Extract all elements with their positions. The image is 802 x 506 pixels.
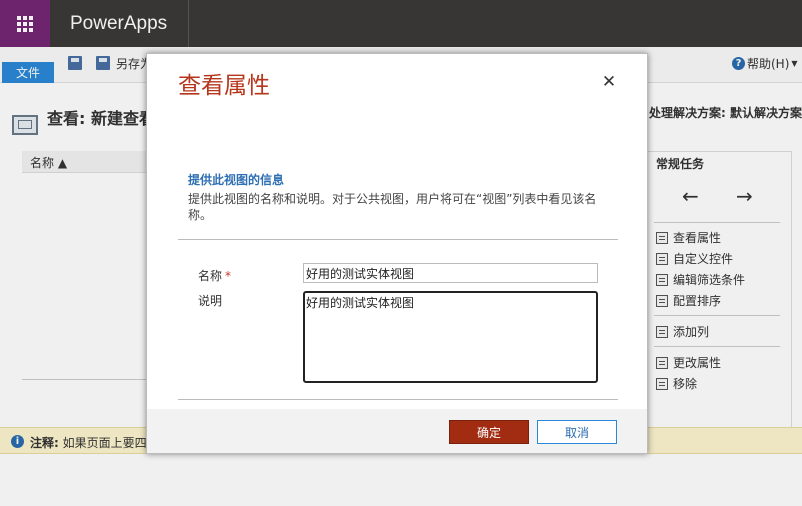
divider bbox=[178, 239, 618, 240]
name-label-text: 名称 bbox=[198, 269, 223, 283]
cancel-button[interactable]: 取消 bbox=[537, 420, 617, 444]
divider bbox=[178, 399, 618, 400]
section-heading: 提供此视图的信息 bbox=[188, 173, 285, 187]
close-icon[interactable]: ✕ bbox=[599, 72, 619, 92]
required-marker: * bbox=[225, 269, 232, 283]
description-label: 说明 bbox=[198, 294, 223, 308]
view-properties-dialog: 查看属性 ✕ 提供此视图的信息 提供此视图的名称和说明。对于公共视图，用户将可在… bbox=[146, 53, 648, 454]
section-description: 提供此视图的名称和说明。对于公共视图，用户将可在“视图”列表中看见该名称。 bbox=[188, 192, 597, 222]
ok-button[interactable]: 确定 bbox=[449, 420, 529, 444]
name-input[interactable] bbox=[303, 263, 598, 283]
dialog-title: 查看属性 bbox=[178, 73, 270, 99]
description-input[interactable]: 好用的测试实体视图 bbox=[303, 291, 598, 383]
name-label: 名称 * bbox=[198, 267, 231, 284]
dialog-footer: 确定 取消 bbox=[147, 409, 647, 453]
